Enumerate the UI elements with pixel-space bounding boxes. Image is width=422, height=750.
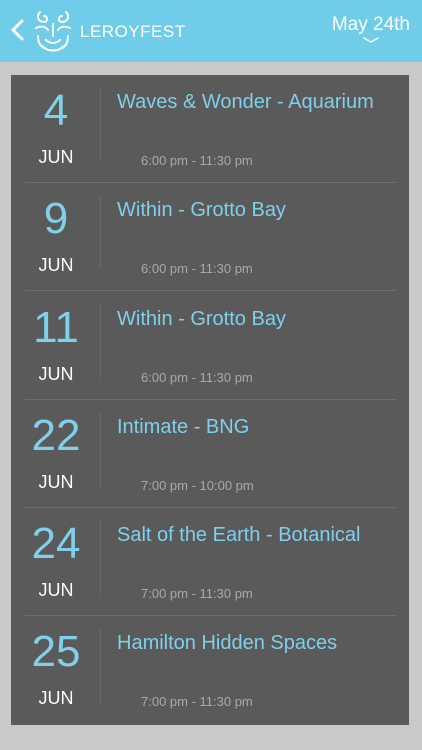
event-month: JUN xyxy=(38,255,74,275)
event-list: 4 JUN Waves & Wonder - Aquarium 6:00 pm … xyxy=(11,75,409,725)
event-row[interactable]: 24 JUN Salt of the Earth - Botanical 7:0… xyxy=(25,508,396,616)
event-day: 25 xyxy=(31,627,81,676)
lion-face-logo xyxy=(35,11,71,52)
event-title: Salt of the Earth - Botanical xyxy=(117,524,361,546)
event-month: JUN xyxy=(38,472,74,492)
chevron-left-icon[interactable] xyxy=(8,16,28,44)
event-time: 6:00 pm - 11:30 pm xyxy=(141,261,253,276)
event-month: JUN xyxy=(38,147,74,167)
event-month: JUN xyxy=(38,580,74,600)
event-time: 6:00 pm - 11:30 pm xyxy=(141,370,253,385)
event-title: Hamilton Hidden Spaces xyxy=(117,632,338,654)
event-title: Waves & Wonder - Aquarium xyxy=(117,91,374,113)
divider xyxy=(100,304,101,378)
event-time: 7:00 pm - 11:30 pm xyxy=(141,586,253,601)
event-title: Within - Grotto Bay xyxy=(117,308,286,330)
chevron-down-icon xyxy=(363,37,379,43)
event-time: 6:00 pm - 11:30 pm xyxy=(141,153,253,168)
divider xyxy=(100,520,101,594)
event-month: JUN xyxy=(38,364,74,384)
divider xyxy=(100,412,101,486)
event-row[interactable]: 22 JUN Intimate - BNG 7:00 pm - 10:00 pm xyxy=(25,400,396,508)
event-title: Within - Grotto Bay xyxy=(117,199,286,221)
divider xyxy=(100,195,101,269)
event-time: 7:00 pm - 10:00 pm xyxy=(141,478,254,493)
divider xyxy=(100,628,101,702)
divider xyxy=(100,87,101,161)
app-brand: LEROYFEST xyxy=(80,22,186,41)
event-title: Intimate - BNG xyxy=(117,416,250,438)
event-row[interactable]: 11 JUN Within - Grotto Bay 6:00 pm - 11:… xyxy=(25,292,396,400)
event-day: 11 xyxy=(33,303,79,352)
date-picker[interactable]: May 24th xyxy=(332,14,410,44)
event-day: 22 xyxy=(31,411,81,460)
event-row[interactable]: 25 JUN Hamilton Hidden Spaces 7:00 pm - … xyxy=(25,616,396,724)
event-day: 24 xyxy=(31,519,81,568)
row-separator xyxy=(25,290,396,291)
event-day: 4 xyxy=(43,86,69,135)
event-row[interactable]: 4 JUN Waves & Wonder - Aquarium 6:00 pm … xyxy=(25,75,396,183)
event-row[interactable]: 9 JUN Within - Grotto Bay 6:00 pm - 11:3… xyxy=(25,183,396,291)
event-day: 9 xyxy=(43,194,69,243)
app-header: LEROYFEST May 24th xyxy=(0,0,422,62)
event-month: JUN xyxy=(38,688,74,708)
selected-date-label: May 24th xyxy=(331,14,410,35)
event-time: 7:00 pm - 11:30 pm xyxy=(141,694,253,709)
